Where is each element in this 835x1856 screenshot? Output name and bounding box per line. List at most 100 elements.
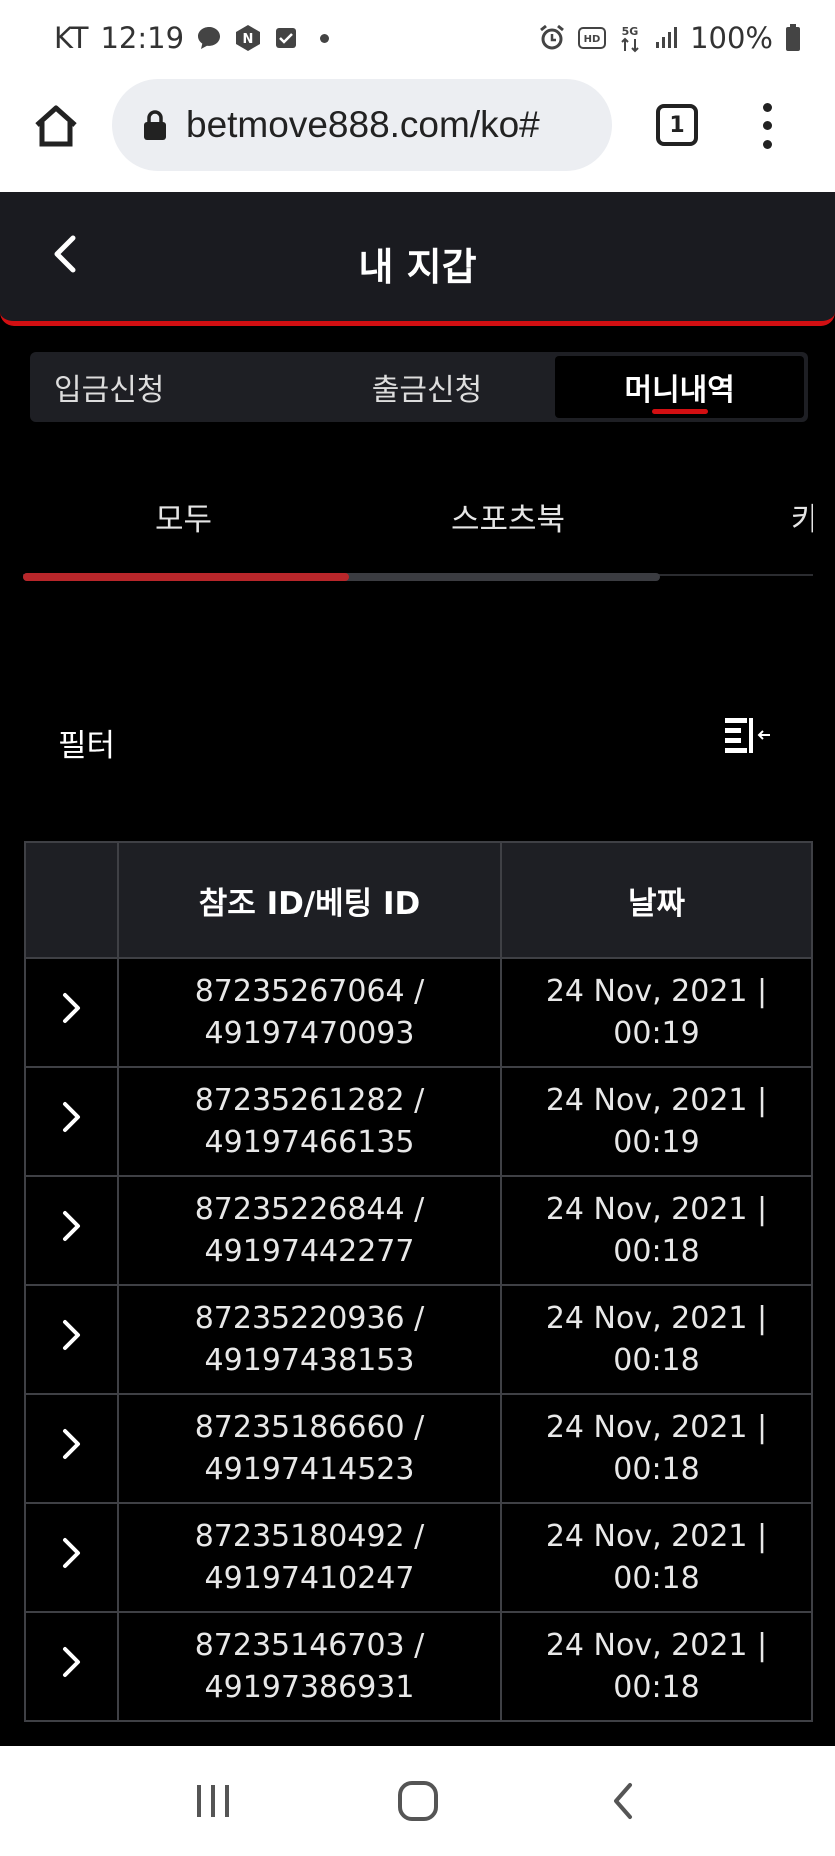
active-tab-indicator	[651, 409, 708, 414]
date-value: 24 Nov, 2021 |	[545, 1518, 768, 1554]
bet-id: 49197414523	[204, 1451, 415, 1487]
filter-sort-icon	[725, 718, 770, 753]
table-row[interactable]: 87235261282 / 49197466135 24 Nov, 2021 | 0…	[24, 1066, 813, 1177]
chevron-right-icon[interactable]	[52, 1097, 92, 1137]
menu-dot-icon	[762, 102, 772, 112]
tab-label: 입금신청	[54, 373, 165, 408]
reference-id: 87235186660 /	[194, 1409, 425, 1445]
tab-money-history[interactable]: 머니내역	[555, 356, 805, 418]
reference-cell: 87235261282 / 49197466135	[117, 1066, 502, 1177]
chevron-right-icon[interactable]	[52, 1424, 92, 1464]
browser-toolbar: betmove888.com/ko# 1	[0, 76, 835, 192]
svg-text:HD: HD	[584, 34, 601, 45]
time-value: 00:18	[613, 1451, 700, 1487]
table-row[interactable]: 87235220936 / 49197438153 24 Nov, 2021 | 0…	[24, 1284, 813, 1395]
category-tab-casino[interactable]: 카	[791, 494, 813, 539]
back-chevron-icon	[613, 1783, 632, 1819]
filter-row: 필터	[58, 708, 778, 768]
bet-id: 49197386931	[204, 1669, 415, 1705]
5g-icon: 5G	[618, 23, 642, 53]
page-title: 내 지갑	[358, 245, 477, 289]
alarm-icon	[538, 24, 566, 52]
system-navigation-bar	[0, 1746, 835, 1856]
category-tab-all[interactable]: 모두	[155, 494, 212, 539]
tab-deposit-request[interactable]: 입금신청	[30, 352, 303, 422]
time-value: 00:18	[613, 1342, 700, 1378]
reference-cell: 87235226844 / 49197442277	[117, 1175, 502, 1286]
lock-icon	[144, 110, 166, 140]
recent-apps-icon	[196, 1785, 229, 1817]
date-cell: 24 Nov, 2021 | 00:18	[500, 1284, 813, 1395]
more-notifications-dot-icon	[320, 33, 330, 43]
address-bar[interactable]: betmove888.com/ko#	[112, 79, 612, 171]
signal-strength-icon	[654, 26, 678, 50]
bet-id: 49197470093	[204, 1015, 415, 1051]
svg-text:5G: 5G	[622, 25, 639, 38]
expand-cell[interactable]	[24, 1611, 119, 1722]
expand-cell[interactable]	[24, 1393, 119, 1504]
bet-id: 49197466135	[204, 1124, 415, 1160]
filter-button[interactable]	[720, 708, 776, 764]
time-value: 00:19	[613, 1124, 700, 1160]
time-value: 00:18	[613, 1669, 700, 1705]
status-bar: KT 12:19 N HD 5G 100%	[0, 0, 835, 76]
home-icon	[35, 105, 77, 147]
reference-id: 87235220936 /	[194, 1300, 425, 1336]
bet-id: 49197410247	[204, 1560, 415, 1596]
reference-id: 87235267064 /	[194, 973, 425, 1009]
svg-text:N: N	[243, 32, 254, 47]
table-row[interactable]: 87235267064 / 49197470093 24 Nov, 2021 | 0…	[24, 957, 813, 1068]
chevron-right-icon[interactable]	[52, 1642, 92, 1682]
menu-dot-icon	[762, 140, 772, 150]
table-row[interactable]: 87235186660 / 49197414523 24 Nov, 2021 | 0…	[24, 1393, 813, 1504]
expand-cell[interactable]	[24, 1284, 119, 1395]
chevron-right-icon[interactable]	[52, 1315, 92, 1355]
chevron-right-icon[interactable]	[52, 1533, 92, 1573]
table-header-row: 참조 ID/베팅 ID 날짜	[24, 841, 813, 959]
time-value: 00:19	[613, 1015, 700, 1051]
time-value: 00:18	[613, 1233, 700, 1269]
tab-withdraw-request[interactable]: 출금신청	[303, 352, 552, 422]
chevron-right-icon[interactable]	[52, 1206, 92, 1246]
reference-cell: 87235146703 / 49197386931	[117, 1611, 502, 1722]
expand-cell[interactable]	[24, 1175, 119, 1286]
date-value: 24 Nov, 2021 |	[545, 1627, 768, 1663]
home-nav-button[interactable]	[388, 1771, 448, 1831]
reference-id: 87235180492 /	[194, 1518, 425, 1554]
reference-id: 87235146703 /	[194, 1627, 425, 1663]
battery-percent: 100%	[690, 21, 773, 55]
expand-cell[interactable]	[24, 957, 119, 1068]
time-value: 00:18	[613, 1560, 700, 1596]
tab-switcher-button[interactable]: 1	[656, 104, 698, 146]
date-cell: 24 Nov, 2021 | 00:19	[500, 1066, 813, 1177]
expand-cell[interactable]	[24, 1502, 119, 1613]
carrier-label: KT	[54, 21, 89, 55]
filter-label: 필터	[58, 728, 116, 764]
reference-cell: 87235267064 / 49197470093	[117, 957, 502, 1068]
naver-n-icon: N	[234, 24, 262, 52]
wallet-tabs: 입금신청 출금신청 머니내역	[30, 352, 808, 422]
date-value: 24 Nov, 2021 |	[545, 1409, 768, 1445]
recent-apps-button[interactable]	[183, 1771, 243, 1831]
category-tab-sportsbook[interactable]: 스포츠북	[451, 494, 565, 539]
date-value: 24 Nov, 2021 |	[545, 1300, 768, 1336]
expand-cell[interactable]	[24, 1066, 119, 1177]
app-header: 내 지갑	[0, 192, 835, 326]
table-row[interactable]: 87235226844 / 49197442277 24 Nov, 2021 | 0…	[24, 1175, 813, 1286]
menu-dot-icon	[762, 121, 772, 131]
date-value: 24 Nov, 2021 |	[545, 1191, 768, 1227]
table-row[interactable]: 87235180492 / 49197410247 24 Nov, 2021 | 0…	[24, 1502, 813, 1613]
date-value: 24 Nov, 2021 |	[545, 973, 768, 1009]
chevron-right-icon[interactable]	[52, 988, 92, 1028]
browser-menu-button[interactable]	[752, 98, 782, 154]
transaction-table: 참조 ID/베팅 ID 날짜 87235267064 / 49197470093 …	[24, 841, 813, 1722]
status-left: KT 12:19 N	[54, 21, 330, 55]
table-row[interactable]: 87235146703 / 49197386931 24 Nov, 2021 | 0…	[24, 1611, 813, 1722]
back-nav-button[interactable]	[593, 1771, 653, 1831]
date-cell: 24 Nov, 2021 | 00:19	[500, 957, 813, 1068]
header-date: 날짜	[500, 841, 813, 959]
home-button[interactable]	[30, 100, 82, 152]
category-active-indicator	[23, 573, 349, 581]
checkbox-notification-icon	[274, 26, 298, 50]
url-text: betmove888.com/ko#	[186, 104, 540, 145]
